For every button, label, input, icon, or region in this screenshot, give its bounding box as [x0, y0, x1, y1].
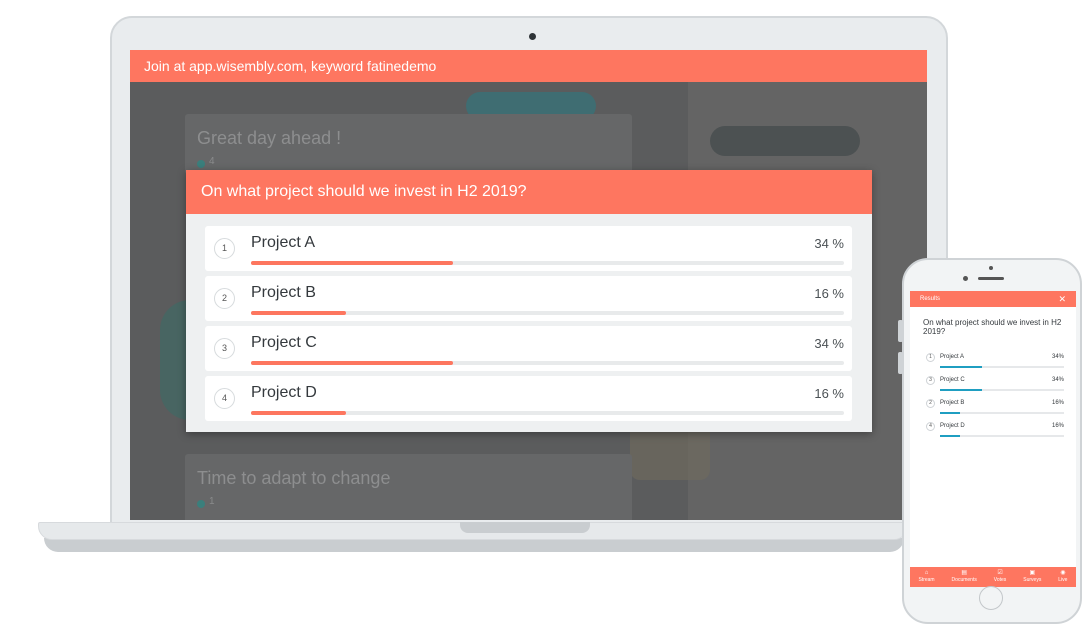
like-icon: [197, 160, 205, 168]
option-progress-track: [940, 366, 1064, 368]
vote-icon: ☑: [997, 570, 1003, 576]
phone-speaker-icon: [978, 277, 1004, 280]
nav-label: Surveys: [1023, 577, 1042, 583]
option-label: Project B: [251, 284, 316, 301]
nav-item-votes[interactable]: ☑ Votes: [994, 567, 1007, 587]
option-progress-track: [940, 389, 1064, 391]
option-number: 3: [926, 376, 935, 385]
live-icon: ◉: [1060, 570, 1066, 576]
option-progress-fill: [940, 366, 983, 368]
option-progress-fill: [940, 435, 960, 437]
option-label: Project D: [251, 384, 317, 401]
option-number: 4: [926, 422, 935, 431]
option-number: 1: [926, 353, 935, 362]
option-percentage: 34 %: [814, 336, 844, 351]
results-title: Results: [920, 296, 941, 302]
results-header: Results ✕: [910, 291, 1076, 307]
background-question-card: Time to adapt to change 1: [185, 454, 632, 520]
document-icon: ▤: [961, 570, 968, 576]
phone-poll-question: On what project should we invest in H2 2…: [923, 318, 1062, 336]
background-shape: [710, 126, 860, 156]
option-label: Project A: [940, 354, 965, 360]
nav-label: Votes: [993, 577, 1007, 583]
option-number: 1: [214, 238, 235, 259]
option-progress-fill: [251, 361, 453, 365]
option-percentage: 16%: [1051, 423, 1064, 429]
home-icon: ⌂: [924, 570, 929, 576]
option-number: 2: [214, 288, 235, 309]
nav-item-live[interactable]: ◉ Live: [1058, 567, 1067, 587]
option-progress-fill: [251, 311, 346, 315]
option-progress-fill: [251, 261, 453, 265]
nav-label: Documents: [951, 577, 977, 583]
stage: Great day ahead ! 4 Time to adapt to cha…: [0, 0, 1092, 633]
option-percentage: 16%: [1051, 400, 1064, 406]
option-progress-track: [251, 311, 844, 315]
phone-home-button[interactable]: [979, 586, 1003, 610]
nav-item-documents[interactable]: ▤ Documents: [952, 567, 977, 587]
like-icon: [197, 500, 205, 508]
option-number: 3: [214, 338, 235, 359]
webcam-icon: [529, 33, 536, 40]
phone-poll-option: 3 Project C 34%: [926, 376, 1064, 396]
bottom-nav: ⌂ Stream ▤ Documents ☑ Votes ▣ Surveys ◉…: [910, 567, 1076, 587]
poll-option: 1 Project A 34 %: [205, 226, 852, 271]
survey-icon: ▣: [1029, 570, 1036, 576]
background-card-title: Time to adapt to change: [197, 468, 391, 488]
poll-option: 2 Project B 16 %: [205, 276, 852, 321]
option-number: 4: [214, 388, 235, 409]
option-progress-track: [251, 411, 844, 415]
laptop-screen: Great day ahead ! 4 Time to adapt to cha…: [130, 50, 927, 520]
option-percentage: 34%: [1051, 354, 1064, 360]
phone-sensor-icon: [963, 276, 968, 281]
nav-item-stream[interactable]: ⌂ Stream: [918, 567, 934, 587]
nav-label: Stream: [918, 577, 935, 583]
option-progress-track: [940, 412, 1064, 414]
poll-question: On what project should we invest in H2 2…: [186, 170, 872, 214]
option-progress-fill: [940, 389, 983, 391]
option-label: Project D: [940, 423, 965, 429]
background-card-count: 1: [209, 496, 215, 507]
phone-poll-option: 1 Project A 34%: [926, 353, 1064, 373]
phone-poll-option: 4 Project D 16%: [926, 422, 1064, 442]
nav-item-surveys[interactable]: ▣ Surveys: [1023, 567, 1041, 587]
join-banner: Join at app.wisembly.com, keyword fatine…: [130, 50, 927, 82]
phone-camera-icon: [989, 266, 993, 270]
background-question-card: Great day ahead ! 4: [185, 114, 632, 174]
poll-results-panel: On what project should we invest in H2 2…: [186, 170, 872, 432]
laptop-notch: [460, 522, 590, 533]
option-percentage: 34 %: [814, 236, 844, 251]
option-number: 2: [926, 399, 935, 408]
close-icon[interactable]: ✕: [1058, 291, 1066, 307]
background-card-count: 4: [209, 156, 215, 167]
poll-option: 4 Project D 16 %: [205, 376, 852, 421]
poll-option: 3 Project C 34 %: [205, 326, 852, 371]
option-percentage: 16 %: [814, 286, 844, 301]
option-progress-track: [251, 261, 844, 265]
phone-screen: Results ✕ On what project should we inve…: [910, 291, 1076, 587]
option-progress-track: [940, 435, 1064, 437]
laptop-base-shadow: [44, 538, 904, 552]
option-progress-fill: [940, 412, 960, 414]
background-card-title: Great day ahead !: [197, 128, 342, 148]
option-label: Project C: [940, 377, 965, 383]
option-percentage: 16 %: [814, 386, 844, 401]
phone-poll-option: 2 Project B 16%: [926, 399, 1064, 419]
option-progress-track: [251, 361, 844, 365]
nav-label: Live: [1058, 577, 1068, 583]
option-label: Project C: [251, 334, 317, 351]
option-percentage: 34%: [1051, 377, 1064, 383]
option-label: Project A: [251, 234, 316, 251]
option-label: Project B: [940, 400, 965, 406]
option-progress-fill: [251, 411, 346, 415]
